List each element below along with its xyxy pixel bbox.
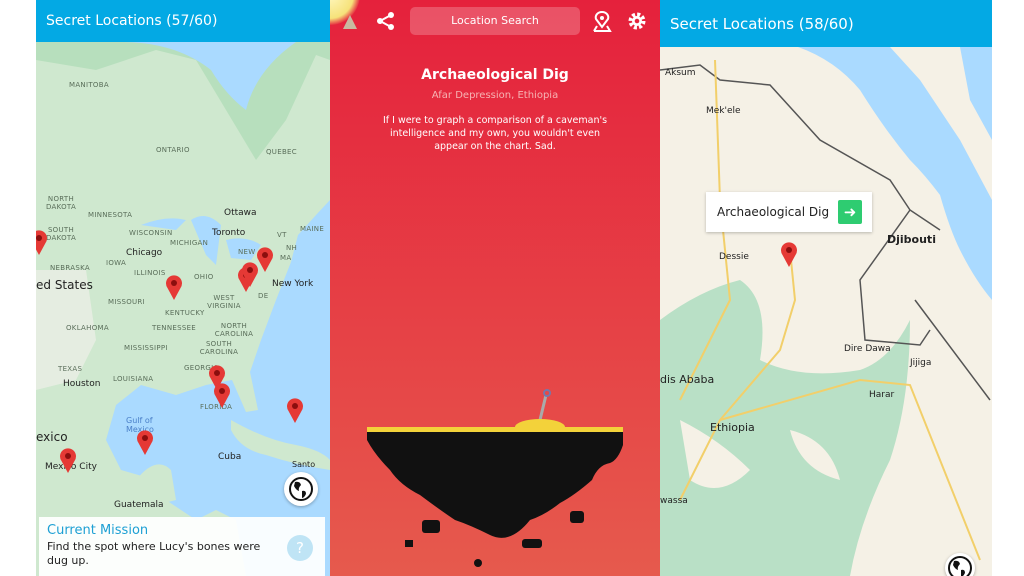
map-label: WISCONSIN [129,229,173,237]
map-label: dis Ababa [660,373,715,386]
map-label: Guatemala [114,500,164,510]
map-label: ed States [36,278,93,292]
map-label: Santo [292,460,316,469]
map-label: New York [272,279,314,289]
map-label: NORTH DAKOTA [45,195,77,211]
marker-info-window[interactable]: Archaeological Dig ➜ [706,192,872,232]
map-label: OHIO [194,273,214,281]
map-label: Cuba [218,452,242,462]
map-label: Aksum [665,68,696,78]
map-label: Dire Dawa [844,344,891,354]
middle-phone-screen: Location Search Archaeological Dig Afar … [330,0,660,576]
map-label: Harar [869,390,895,400]
location-quote: If I were to graph a comparison of a cav… [382,115,608,152]
mission-text: Find the spot where Lucy's bones were du… [47,540,261,567]
location-title: Archaeological Dig [421,67,569,83]
map-label: LOUISIANA [113,375,154,383]
gear-icon[interactable] [627,11,647,31]
map-label: TEXAS [58,365,83,373]
globe-icon [289,477,313,501]
left-phone-screen: Secret Locations (57/60) anada ed States… [36,0,330,576]
map-marker[interactable] [165,275,183,301]
header-title: Secret Locations (58/60) [660,0,992,47]
map-label: TENNESSEE [152,324,197,332]
map-marker[interactable] [36,230,48,256]
warning-icon[interactable] [342,14,358,30]
map-label: ONTARIO [156,146,190,154]
map-label: Dessie [719,252,749,262]
map-label: MINNESOTA [88,211,133,219]
map-label: MISSISSIPPI [124,344,168,352]
info-window-title: Archaeological Dig [717,205,830,219]
globe-button[interactable] [945,553,975,576]
map-pin-icon[interactable] [592,11,612,33]
map-label: NEW [238,248,256,256]
map-marker[interactable] [256,247,274,273]
map-label: SOUTH CAROLINA [199,340,239,356]
map-label: SOUTH DAKOTA [45,226,77,242]
go-button[interactable]: ➜ [838,200,862,224]
map-label: Houston [63,379,101,389]
map-label: QUEBEC [266,148,297,156]
globe-button[interactable] [284,472,318,506]
arrow-right-icon: ➜ [843,203,857,221]
map-label: OKLAHOMA [66,324,109,332]
map-label: DE [258,292,269,300]
map-marker[interactable] [213,383,231,409]
map-label: Ottawa [224,208,257,218]
map-label: Ethiopia [710,421,755,434]
map-label: Mek'ele [706,106,741,116]
map-label: Chicago [126,248,163,258]
map-label: MA [280,254,292,262]
map-label: ILLINOIS [134,269,166,277]
map-label: KENTUCKY [165,309,205,317]
map-label: MANITOBA [69,81,109,89]
map-marker[interactable] [59,448,77,474]
header-title: Secret Locations (57/60) [36,0,330,42]
map-ethiopia[interactable] [660,0,992,576]
question-icon: ? [296,539,304,557]
map-label: NORTH CAROLINA [214,322,254,338]
map-label: exico [36,430,68,444]
map-marker[interactable] [286,398,304,424]
location-search-button[interactable]: Location Search [410,7,580,35]
map-label: MAINE [300,225,325,233]
map-label: VT [277,231,287,239]
current-mission-card[interactable]: Current Mission Find the spot where Lucy… [39,517,325,576]
map-label: Jijiga [910,358,932,368]
share-icon[interactable] [376,11,396,31]
map-marker[interactable] [780,242,798,268]
map-label: MICHIGAN [170,239,209,247]
map-label: WEST VIRGINIA [207,294,241,310]
right-phone-screen: Secret Locations (58/60) Aksum Mek'ele D… [660,0,992,576]
map-label: NEBRASKA [50,264,90,272]
map-label: wassa [660,496,688,506]
map-label: IOWA [106,259,127,267]
mission-title: Current Mission [47,523,149,538]
map-marker[interactable] [136,430,154,456]
map-label: NH [286,244,298,252]
map-label: MISSOURI [108,298,145,306]
help-button[interactable]: ? [287,535,313,561]
dig-site-illustration [367,389,623,567]
location-subtitle: Afar Depression, Ethiopia [431,90,559,101]
globe-icon [948,556,972,576]
map-label: Toronto [212,228,246,238]
map-label: Djibouti [887,233,936,246]
